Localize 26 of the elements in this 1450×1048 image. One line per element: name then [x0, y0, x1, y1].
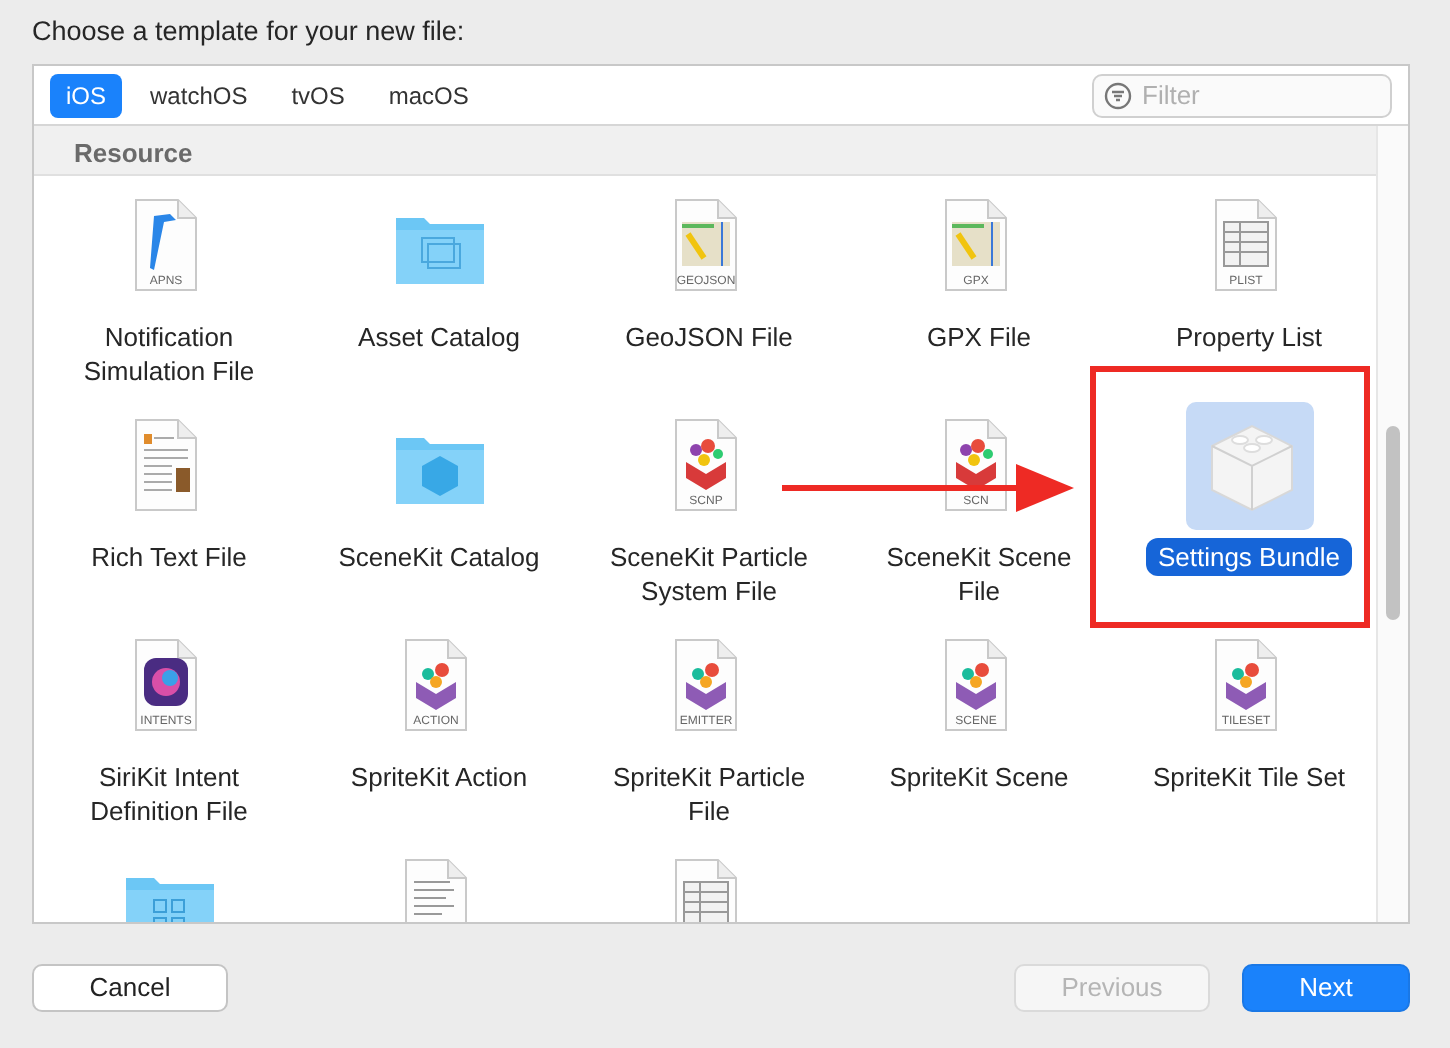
- scrollbar[interactable]: [1376, 126, 1408, 922]
- template-label[interactable]: GeoJSON File: [613, 317, 805, 355]
- filter-field[interactable]: Filter: [1092, 73, 1392, 117]
- template-label[interactable]: Settings Bundle: [1145, 537, 1353, 575]
- dialog-prompt: Choose a template for your new file:: [30, 14, 467, 50]
- template-label[interactable]: SiriKit Intent Definition File: [55, 757, 283, 829]
- template-label[interactable]: Asset Catalog: [346, 317, 532, 355]
- template-label[interactable]: SpriteKit Particle File: [595, 757, 823, 829]
- template-label[interactable]: SceneKit Particle System File: [595, 537, 823, 609]
- template-label[interactable]: Rich Text File: [79, 537, 259, 575]
- template-label[interactable]: Property List: [1164, 317, 1334, 355]
- template-label[interactable]: SpriteKit Scene: [877, 757, 1081, 795]
- section-header: Resource: [34, 126, 1376, 175]
- platform-tab[interactable]: watchOS: [134, 73, 264, 117]
- template-label[interactable]: Notification Simulation File: [55, 317, 283, 389]
- template-label[interactable]: SceneKit Scene File: [865, 537, 1093, 609]
- template-label[interactable]: SceneKit Catalog: [326, 537, 552, 575]
- cancel-button[interactable]: Cancel: [32, 964, 228, 1011]
- selected-template-icon[interactable]: [1185, 401, 1313, 529]
- template-label[interactable]: SpriteKit Action: [338, 757, 540, 795]
- platform-tab[interactable]: tvOS: [275, 73, 361, 117]
- platform-tab[interactable]: iOS: [50, 73, 123, 117]
- next-button[interactable]: Next: [1242, 964, 1410, 1011]
- template-label[interactable]: GPX File: [914, 317, 1043, 355]
- template-label[interactable]: SpriteKit Tile Set: [1140, 757, 1358, 795]
- platform-tab[interactable]: macOS: [372, 73, 485, 117]
